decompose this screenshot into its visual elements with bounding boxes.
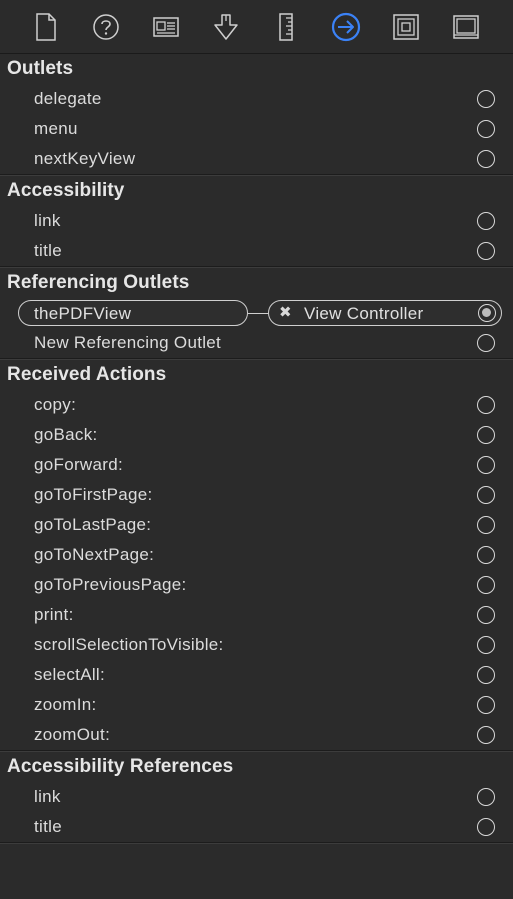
connection-circle[interactable]: [477, 150, 495, 168]
attributes-inspector-icon[interactable]: [211, 12, 241, 42]
connection-circle[interactable]: [477, 726, 495, 744]
connection-circle[interactable]: [477, 396, 495, 414]
connection-circle[interactable]: [477, 546, 495, 564]
outlet-label: menu: [34, 119, 78, 138]
connection-circle[interactable]: [477, 242, 495, 260]
connection-circle[interactable]: [477, 426, 495, 444]
outlets-list: delegate menu nextKeyView: [0, 84, 513, 174]
action-row: selectAll:: [0, 660, 513, 690]
size-inspector-icon[interactable]: [271, 12, 301, 42]
action-row: goToFirstPage:: [0, 480, 513, 510]
connection-circle[interactable]: [477, 636, 495, 654]
connection-target-name: View Controller: [304, 304, 424, 323]
connection-circle[interactable]: [477, 212, 495, 230]
outlets-section-header: Outlets: [7, 58, 74, 79]
action-label: goToNextPage:: [34, 545, 155, 564]
accessibility-reference-row-title: title: [0, 812, 513, 842]
connection-circle[interactable]: [477, 576, 495, 594]
accessibility-reference-label: link: [34, 787, 61, 806]
action-label: zoomOut:: [34, 725, 111, 744]
action-row: goToPreviousPage:: [0, 570, 513, 600]
accessibility-references-list: link title: [0, 782, 513, 842]
connection-circle[interactable]: [477, 456, 495, 474]
action-row: goBack:: [0, 420, 513, 450]
connection-circle[interactable]: [477, 486, 495, 504]
action-label: goToLastPage:: [34, 515, 152, 534]
connections-inspector-icon[interactable]: [331, 12, 361, 42]
connection-circle[interactable]: [477, 516, 495, 534]
action-row: zoomOut:: [0, 720, 513, 750]
action-row: goToLastPage:: [0, 510, 513, 540]
accessibility-section-header: Accessibility: [7, 180, 125, 201]
accessibility-reference-label: title: [34, 817, 62, 836]
accessibility-row-title: title: [0, 236, 513, 266]
action-row: copy:: [0, 390, 513, 420]
accessibility-reference-row-link: link: [0, 782, 513, 812]
action-row: zoomIn:: [0, 690, 513, 720]
action-label: goBack:: [34, 425, 98, 444]
identity-inspector-icon[interactable]: [151, 12, 181, 42]
new-referencing-outlet-label: New Referencing Outlet: [34, 333, 222, 352]
accessibility-references-section-header: Accessibility References: [7, 756, 234, 777]
connection-circle[interactable]: [477, 334, 495, 352]
connection-circle[interactable]: [477, 90, 495, 108]
outlet-label: delegate: [34, 89, 102, 108]
received-actions-list: copy: goBack: goForward: goToFirstPage: …: [0, 390, 513, 750]
referencing-outlet-connection: thePDFView ✖ View Controller: [0, 298, 513, 328]
connection-circle[interactable]: [477, 788, 495, 806]
connection-target-pill[interactable]: ✖ View Controller: [268, 300, 502, 326]
accessibility-list: link title: [0, 206, 513, 266]
accessibility-label: title: [34, 241, 62, 260]
action-label: goForward:: [34, 455, 123, 474]
bindings-inspector-icon[interactable]: [391, 12, 421, 42]
outlet-row-nextkeyview: nextKeyView: [0, 144, 513, 174]
remove-connection-icon[interactable]: ✖: [279, 303, 292, 321]
action-label: goToFirstPage:: [34, 485, 153, 504]
action-label: selectAll:: [34, 665, 106, 684]
inspector-toolbar: [0, 0, 513, 54]
action-label: scrollSelectionToVisible:: [34, 635, 224, 654]
action-label: zoomIn:: [34, 695, 97, 714]
connected-circle[interactable]: [478, 304, 496, 322]
file-inspector-icon[interactable]: [31, 12, 61, 42]
connection-circle[interactable]: [477, 696, 495, 714]
outlet-row-menu: menu: [0, 114, 513, 144]
connection-line: [248, 313, 269, 314]
connection-circle[interactable]: [477, 120, 495, 138]
outlet-name-pill[interactable]: thePDFView: [18, 300, 248, 326]
connection-circle[interactable]: [477, 818, 495, 836]
help-inspector-icon[interactable]: [91, 12, 121, 42]
outlet-row-delegate: delegate: [0, 84, 513, 114]
action-row: goToNextPage:: [0, 540, 513, 570]
accessibility-row-link: link: [0, 206, 513, 236]
action-row: scrollSelectionToVisible:: [0, 630, 513, 660]
connection-circle[interactable]: [477, 606, 495, 624]
section-divider: [0, 842, 513, 844]
action-row: goForward:: [0, 450, 513, 480]
outlet-name: thePDFView: [34, 304, 132, 323]
outlet-label: nextKeyView: [34, 149, 136, 168]
view-effects-inspector-icon[interactable]: [451, 12, 481, 42]
action-row: print:: [0, 600, 513, 630]
received-actions-section-header: Received Actions: [7, 364, 167, 385]
connection-circle[interactable]: [477, 666, 495, 684]
accessibility-label: link: [34, 211, 61, 230]
action-label: print:: [34, 605, 74, 624]
action-label: goToPreviousPage:: [34, 575, 187, 594]
action-label: copy:: [34, 395, 77, 414]
referencing-outlets-section-header: Referencing Outlets: [7, 272, 190, 293]
new-referencing-outlet-row: New Referencing Outlet: [0, 328, 513, 358]
